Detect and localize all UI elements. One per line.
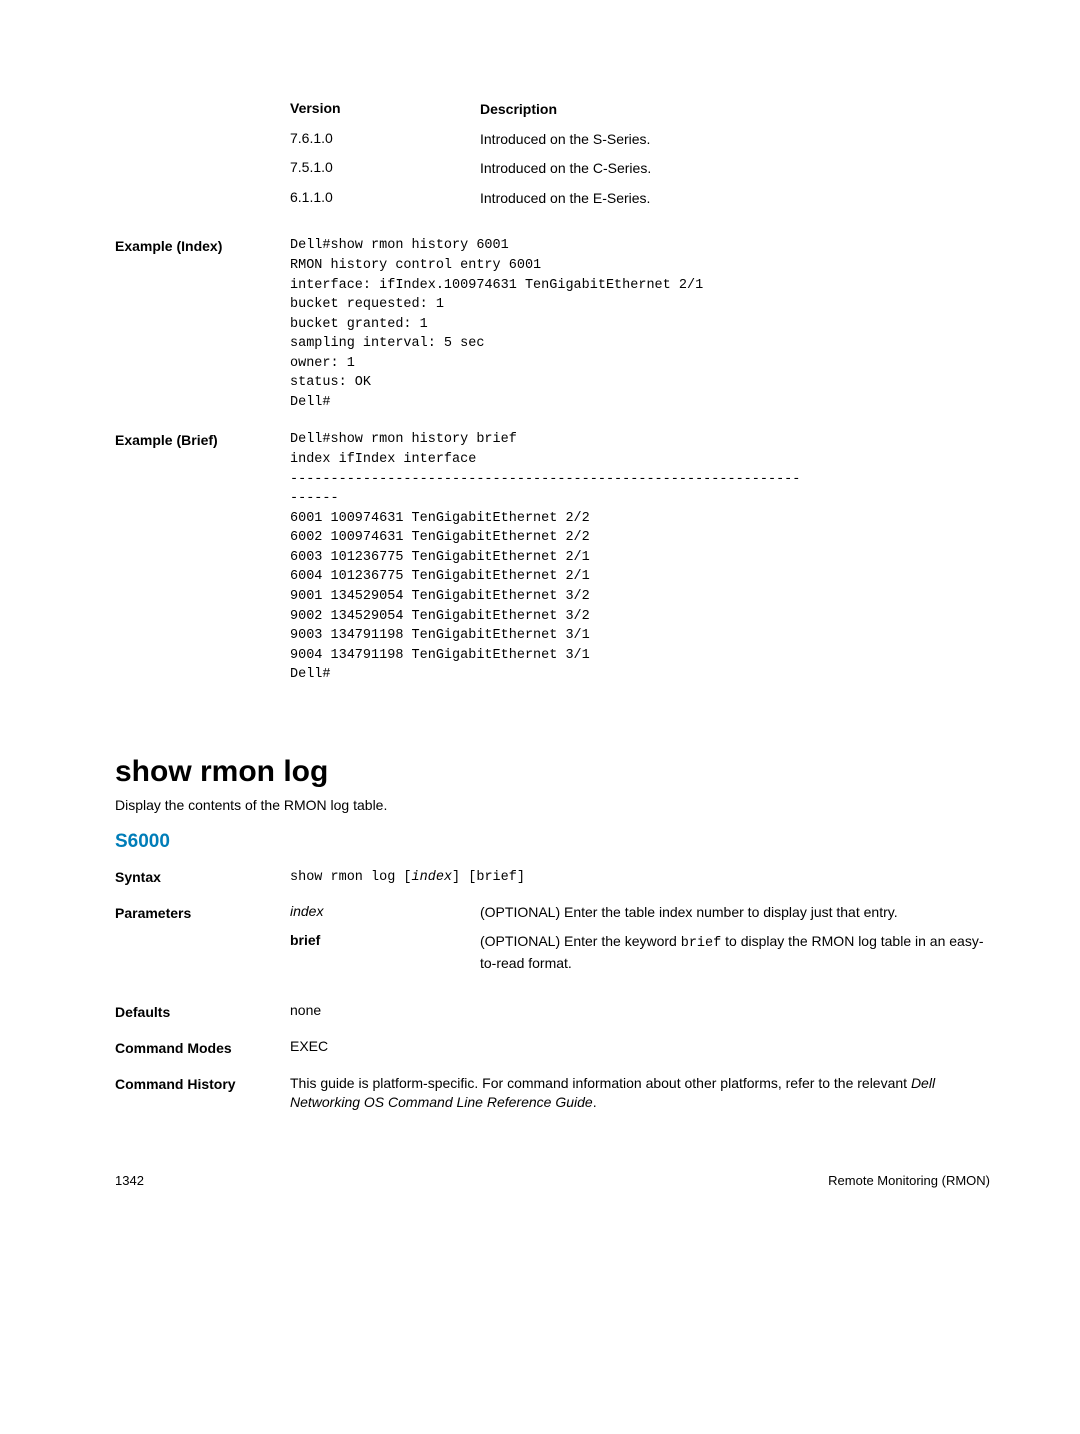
- version-cell: 6.1.1.0: [290, 189, 480, 209]
- section-subhead: S6000: [115, 831, 990, 853]
- page-number: 1342: [115, 1173, 144, 1188]
- example-index-code: Dell#show rmon history 6001 RMON history…: [290, 236, 990, 412]
- syntax-code-pre: show rmon log [: [290, 870, 412, 885]
- command-history-text: This guide is platform-specific. For com…: [290, 1074, 990, 1113]
- version-header-col1: Version: [290, 100, 480, 120]
- version-cell: 7.5.1.0: [290, 159, 480, 179]
- version-desc: Introduced on the E-Series.: [480, 189, 990, 209]
- param-desc-brief-pre: (OPTIONAL) Enter the keyword: [480, 933, 681, 949]
- command-history-block: Command History This guide is platform-s…: [115, 1074, 990, 1113]
- syntax-label: Syntax: [115, 867, 290, 885]
- param-desc-brief: (OPTIONAL) Enter the keyword brief to di…: [480, 932, 990, 973]
- table-row: 7.6.1.0 Introduced on the S-Series.: [290, 130, 990, 150]
- command-modes-value: EXEC: [290, 1038, 990, 1056]
- syntax-block: Syntax show rmon log [index] [brief]: [115, 867, 990, 885]
- version-table: Version Description 7.6.1.0 Introduced o…: [290, 100, 990, 218]
- syntax-code: show rmon log [index] [brief]: [290, 870, 525, 885]
- footer-section: Remote Monitoring (RMON): [828, 1173, 990, 1188]
- parameters-label: Parameters: [115, 903, 290, 984]
- example-brief-block: Example (Brief) Dell#show rmon history b…: [115, 430, 990, 684]
- example-index-block: Example (Index) Dell#show rmon history 6…: [115, 236, 990, 412]
- param-name-index-text: index: [290, 903, 323, 919]
- table-row: 6.1.1.0 Introduced on the E-Series.: [290, 189, 990, 209]
- version-desc: Introduced on the S-Series.: [480, 130, 990, 150]
- version-desc: Introduced on the C-Series.: [480, 159, 990, 179]
- section-title: show rmon log: [115, 755, 990, 789]
- param-name-brief: brief: [290, 932, 480, 973]
- defaults-value: none: [290, 1002, 990, 1020]
- example-brief-code: Dell#show rmon history brief index ifInd…: [290, 430, 990, 684]
- param-desc-index: (OPTIONAL) Enter the table index number …: [480, 903, 990, 923]
- param-desc-brief-code: brief: [681, 936, 722, 951]
- table-row: index (OPTIONAL) Enter the table index n…: [290, 903, 990, 923]
- parameters-block: Parameters index (OPTIONAL) Enter the ta…: [115, 903, 990, 984]
- version-block: Version Description 7.6.1.0 Introduced o…: [115, 100, 990, 218]
- version-left-spacer: [115, 100, 290, 218]
- version-header-col2: Description: [480, 100, 990, 120]
- footer: 1342 Remote Monitoring (RMON): [115, 1173, 990, 1188]
- command-modes-block: Command Modes EXEC: [115, 1038, 990, 1056]
- command-history-pre: This guide is platform-specific. For com…: [290, 1075, 911, 1091]
- syntax-code-post: ] [brief]: [452, 870, 525, 885]
- syntax-code-index: index: [412, 870, 453, 885]
- section-desc: Display the contents of the RMON log tab…: [115, 797, 990, 813]
- command-history-post: .: [593, 1094, 597, 1110]
- command-modes-label: Command Modes: [115, 1038, 290, 1056]
- defaults-label: Defaults: [115, 1002, 290, 1020]
- example-brief-label: Example (Brief): [115, 430, 290, 684]
- example-index-label: Example (Index): [115, 236, 290, 412]
- defaults-block: Defaults none: [115, 1002, 990, 1020]
- table-row: brief (OPTIONAL) Enter the keyword brief…: [290, 932, 990, 973]
- version-cell: 7.6.1.0: [290, 130, 480, 150]
- param-name-index: index: [290, 903, 480, 923]
- command-history-label: Command History: [115, 1074, 290, 1113]
- table-row: 7.5.1.0 Introduced on the C-Series.: [290, 159, 990, 179]
